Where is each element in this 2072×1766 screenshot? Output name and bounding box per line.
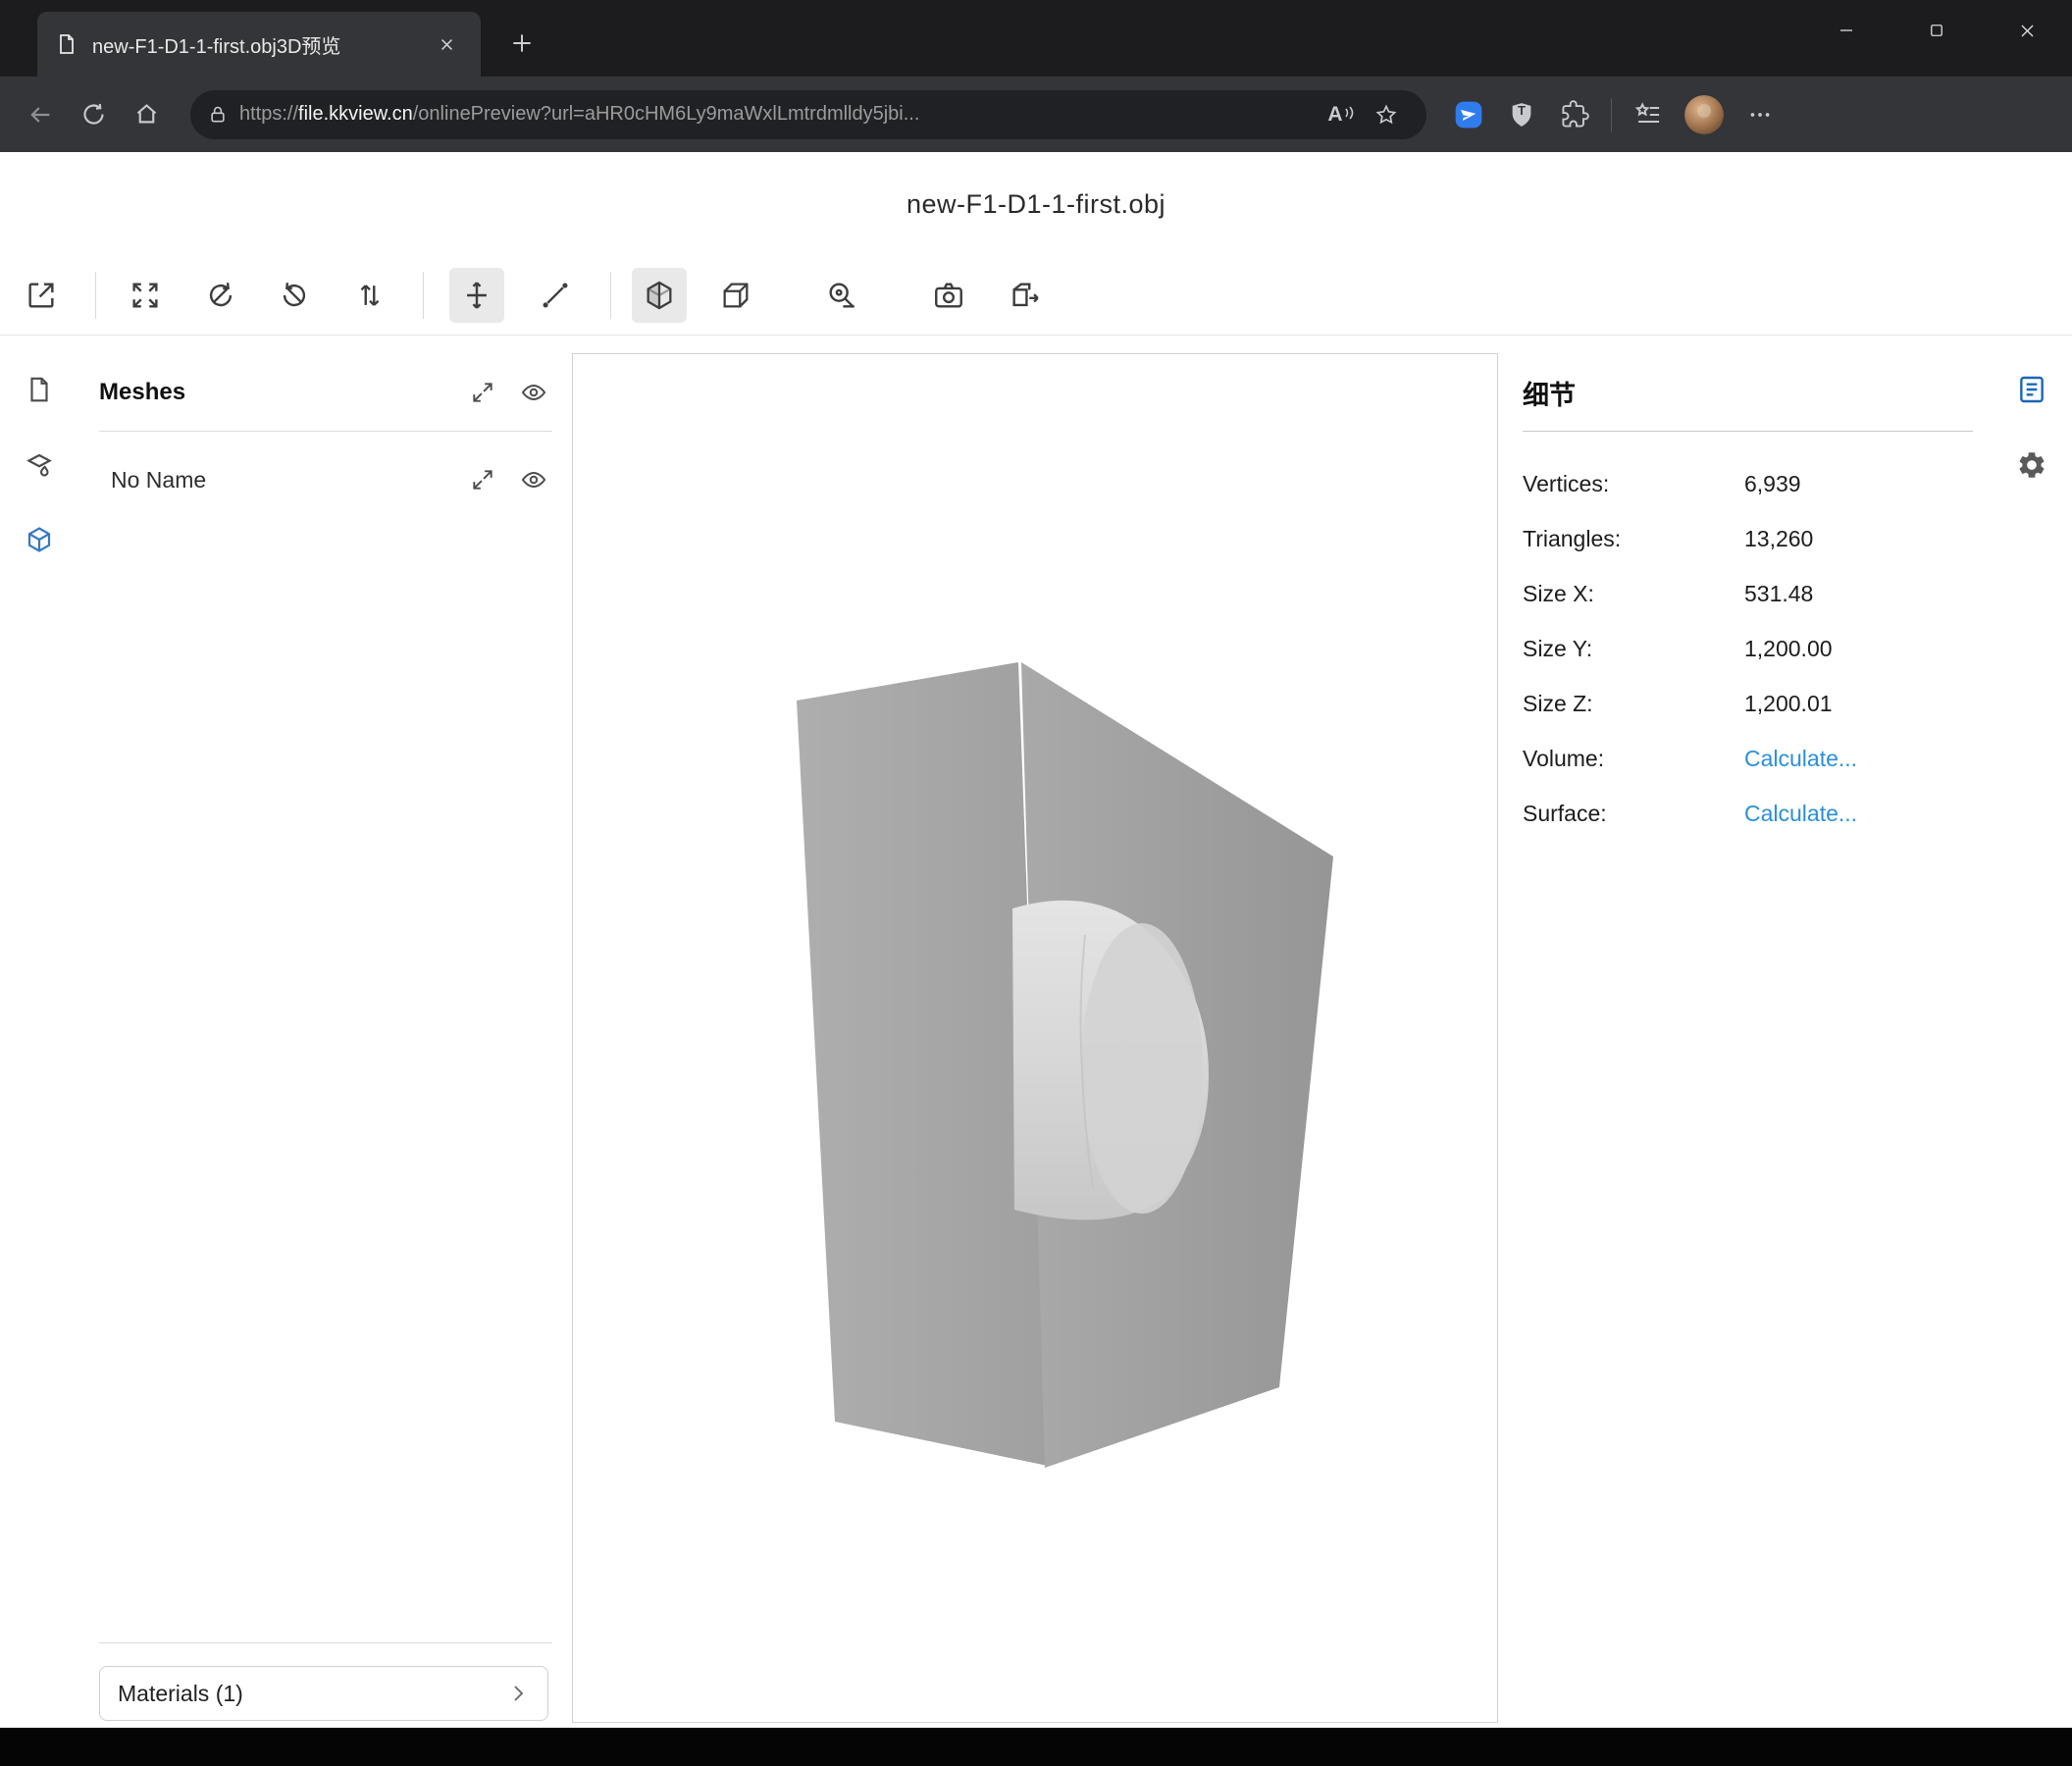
toolbar-divider — [610, 272, 611, 319]
panel-divider — [99, 1642, 552, 1643]
detail-label: Surface: — [1523, 801, 1744, 827]
detail-value: 531.48 — [1744, 581, 1813, 607]
detail-row-vertices: Vertices: 6,939 — [1523, 456, 1973, 511]
rotate-vertical-button[interactable] — [267, 268, 322, 323]
left-icon-strip — [0, 336, 79, 1728]
detail-value: 13,260 — [1744, 526, 1813, 552]
details-rows: Vertices: 6,939 Triangles: 13,260 Size X… — [1523, 456, 1973, 841]
file-info-tab-icon[interactable] — [14, 364, 65, 415]
fit-view-button[interactable] — [118, 268, 173, 323]
orthographic-view-button[interactable] — [708, 268, 763, 323]
url-scheme: https:// — [239, 103, 298, 125]
shield-letter: T — [1495, 103, 1548, 118]
tab-strip: new-F1-D1-1-first.obj3D预览 — [0, 0, 2072, 77]
materials-tab-icon[interactable] — [14, 440, 65, 491]
model-render — [573, 354, 1497, 1722]
model-viewport[interactable] — [572, 353, 1498, 1723]
url-path: /onlinePreview?url=aHR0cHM6Ly9maWxlLmtrd… — [413, 103, 920, 125]
detail-label: Size Y: — [1523, 636, 1744, 662]
extension-blue-icon[interactable] — [1442, 88, 1495, 141]
profile-avatar[interactable] — [1684, 95, 1724, 134]
detail-row-size-y: Size Y: 1,200.00 — [1523, 621, 1973, 676]
chevron-right-icon — [506, 1682, 530, 1705]
home-button[interactable] — [120, 88, 173, 141]
detail-label: Vertices: — [1523, 471, 1744, 497]
detail-label: Volume: — [1523, 746, 1744, 772]
page-title: new-F1-D1-1-first.obj — [0, 152, 2072, 256]
detail-row-triangles: Triangles: 13,260 — [1523, 511, 1973, 566]
detail-label: Size Z: — [1523, 691, 1744, 717]
read-aloud-label: A — [1327, 103, 1342, 127]
detail-value: 6,939 — [1744, 471, 1801, 497]
viewer-toolbar — [0, 256, 2072, 336]
perspective-view-button[interactable] — [632, 268, 687, 323]
panel-divider — [99, 431, 552, 432]
favorite-star-icon[interactable] — [1364, 92, 1409, 137]
tape-measure-button[interactable] — [814, 268, 869, 323]
detail-value: 1,200.01 — [1744, 691, 1833, 717]
calculate-volume-link[interactable]: Calculate... — [1744, 746, 1857, 772]
meshes-panel: Meshes No Name Materials (1) — [79, 336, 572, 1728]
settings-gear-icon[interactable] — [2006, 440, 2057, 491]
window-close-button[interactable] — [1982, 0, 2072, 61]
window-minimize-button[interactable] — [1801, 0, 1891, 61]
toolbar-divider — [95, 272, 96, 319]
materials-button[interactable]: Materials (1) — [99, 1666, 548, 1721]
measure-line-button[interactable] — [528, 268, 583, 323]
browser-tab[interactable]: new-F1-D1-1-first.obj3D预览 — [37, 12, 481, 77]
right-icon-strip — [1993, 336, 2072, 1728]
details-header: 细节 — [1523, 365, 1576, 420]
materials-button-label: Materials (1) — [118, 1681, 506, 1707]
new-tab-button[interactable] — [502, 24, 542, 63]
browser-toolbar: https://file.kkview.cn/onlinePreview?url… — [0, 77, 2072, 152]
model-left-plane — [797, 662, 1048, 1466]
detail-label: Size X: — [1523, 581, 1744, 607]
tab-close-icon[interactable] — [430, 27, 463, 61]
extensions-puzzle-icon[interactable] — [1548, 88, 1601, 141]
meshes-header-row: Meshes — [99, 365, 552, 420]
read-aloud-button[interactable]: A — [1319, 92, 1364, 137]
detail-row-surface: Surface: Calculate... — [1523, 786, 1973, 841]
bottom-black-bar — [0, 1728, 2072, 1766]
url-host: file.kkview.cn — [298, 103, 413, 125]
shield-extension-icon[interactable]: T — [1495, 88, 1548, 141]
panel-divider — [1523, 431, 1973, 432]
detail-row-volume: Volume: Calculate... — [1523, 731, 1973, 786]
move-tool-button[interactable] — [449, 268, 504, 323]
expand-all-icon[interactable] — [464, 374, 501, 411]
back-button[interactable] — [14, 88, 67, 141]
tab-title: new-F1-D1-1-first.obj3D预览 — [92, 30, 430, 59]
model-tab-icon[interactable] — [14, 514, 65, 565]
zoom-to-mesh-icon[interactable] — [464, 461, 501, 498]
window-maximize-button[interactable] — [1891, 0, 1982, 61]
toolbar-divider — [423, 272, 424, 319]
export-model-button[interactable] — [998, 268, 1053, 323]
detail-row-size-x: Size X: 531.48 — [1523, 566, 1973, 621]
rotate-horizontal-button[interactable] — [193, 268, 248, 323]
open-file-button[interactable] — [14, 268, 69, 323]
refresh-button[interactable] — [67, 88, 120, 141]
details-list-icon[interactable] — [2006, 364, 2057, 415]
mesh-name-label: No Name — [111, 467, 450, 493]
detail-value: 1,200.00 — [1744, 636, 1833, 662]
visibility-all-eye-icon[interactable] — [515, 374, 552, 411]
detail-label: Triangles: — [1523, 526, 1744, 552]
toolbar-divider — [1611, 98, 1612, 131]
url-text: https://file.kkview.cn/onlinePreview?url… — [239, 103, 1319, 126]
screenshot-camera-button[interactable] — [921, 268, 976, 323]
viewer-content: Meshes No Name Materials (1) — [0, 336, 2072, 1728]
address-bar[interactable]: https://file.kkview.cn/onlinePreview?url… — [190, 90, 1426, 139]
calculate-surface-link[interactable]: Calculate... — [1744, 801, 1857, 827]
flip-vertical-button[interactable] — [342, 268, 397, 323]
browser-menu-icon[interactable] — [1734, 88, 1787, 141]
detail-row-size-z: Size Z: 1,200.01 — [1523, 676, 1973, 731]
mesh-list-item[interactable]: No Name — [99, 451, 552, 508]
mesh-visibility-eye-icon[interactable] — [515, 461, 552, 498]
favorites-bar-icon[interactable] — [1622, 88, 1675, 141]
window-controls — [1801, 0, 2072, 61]
meshes-header-label: Meshes — [99, 379, 450, 406]
details-panel: 细节 Vertices: 6,939 Triangles: 13,260 Siz… — [1523, 336, 1973, 1728]
lock-icon — [208, 105, 228, 125]
page-file-icon — [55, 32, 78, 56]
